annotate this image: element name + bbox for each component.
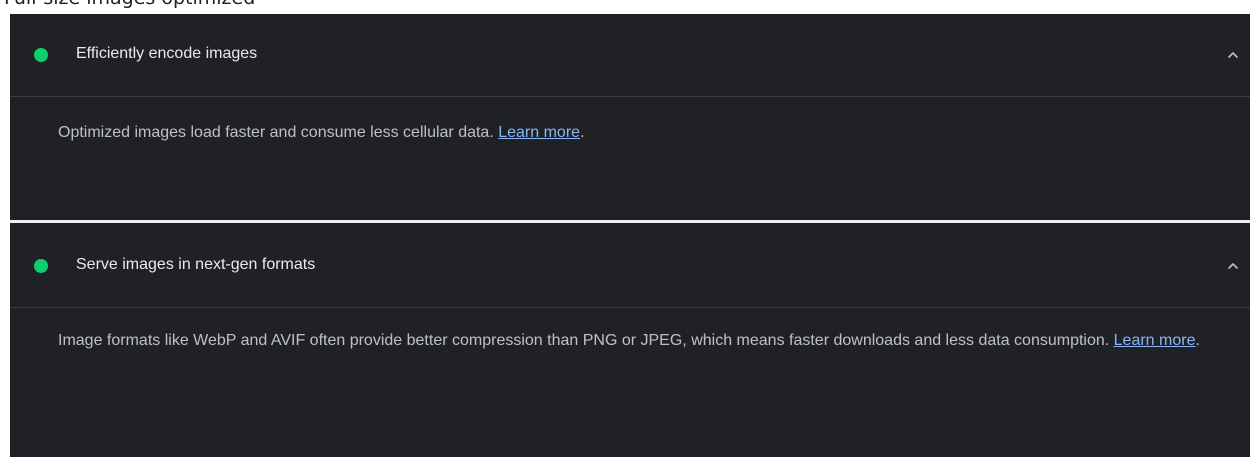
description-period: . xyxy=(580,124,585,141)
audit-header[interactable]: Serve images in next-gen formats xyxy=(10,223,1250,308)
learn-more-link[interactable]: Learn more xyxy=(1114,332,1196,349)
audit-description-text: Image formats like WebP and AVIF often p… xyxy=(58,332,1110,349)
audit-description: Image formats like WebP and AVIF often p… xyxy=(58,326,1222,356)
audit-serve-next-gen-formats: Serve images in next-gen formats Image f… xyxy=(10,223,1250,457)
partial-heading-strip: Full-size images optimized xyxy=(0,0,1250,14)
audit-efficiently-encode-images: Efficiently encode images Optimized imag… xyxy=(10,14,1250,220)
pass-status-icon xyxy=(34,259,48,273)
description-period: . xyxy=(1195,332,1200,349)
lighthouse-report-page: Full-size images optimized Efficiently e… xyxy=(0,0,1250,457)
partial-heading-text: Full-size images optimized xyxy=(4,0,255,9)
pass-status-icon xyxy=(34,48,48,62)
chevron-up-icon[interactable] xyxy=(1226,48,1240,62)
audit-title: Efficiently encode images xyxy=(76,45,258,62)
learn-more-link[interactable]: Learn more xyxy=(498,124,580,141)
audit-description: Optimized images load faster and consume… xyxy=(58,118,1222,148)
chevron-up-icon[interactable] xyxy=(1226,259,1240,273)
audit-title: Serve images in next-gen formats xyxy=(76,256,316,273)
audit-description-text: Optimized images load faster and consume… xyxy=(58,124,494,141)
audit-header[interactable]: Efficiently encode images xyxy=(10,14,1250,97)
